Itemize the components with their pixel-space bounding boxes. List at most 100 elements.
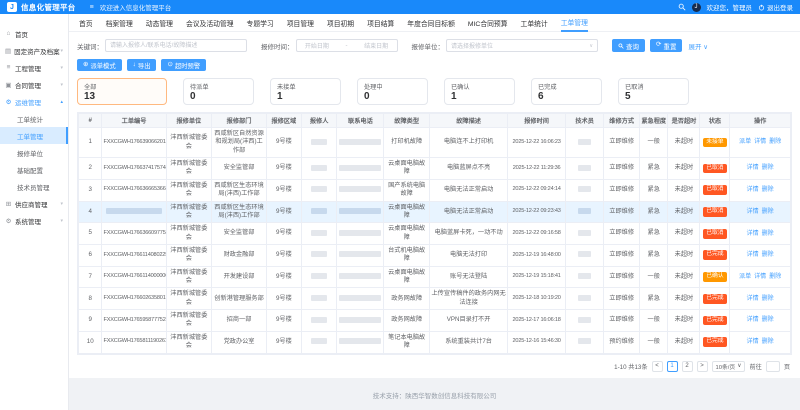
redacted-technician — [578, 139, 591, 145]
sidebar-item-基础配置[interactable]: 基础配置 — [0, 161, 68, 178]
sidebar-item-工程管理[interactable]: ≡工程管理▾ — [0, 59, 68, 76]
delete-link[interactable]: 删除 — [762, 186, 774, 194]
cell-unit: 沣西新城管委会 — [166, 331, 212, 353]
stat-card-已确认[interactable]: 已确认1 — [444, 78, 515, 105]
next-page-button[interactable]: > — [697, 361, 708, 372]
cell-repair-mode: 立即维修 — [604, 266, 640, 288]
sidebar-item-技术员管理[interactable]: 技术员管理 — [0, 178, 68, 195]
expand-filters-link[interactable]: 展开 ∨ — [688, 41, 708, 51]
cell-reporter — [301, 201, 337, 223]
redacted-reporter — [311, 251, 327, 257]
tab-动态管理[interactable]: 动态管理 — [146, 14, 173, 32]
column-header-故障描述: 故障描述 — [429, 114, 507, 128]
status-badge: 已完成 — [703, 250, 726, 260]
logout-button[interactable]: 退出登录 — [758, 2, 793, 12]
table-row: 4沣西新城管委会西咸新区生态环境局(沣西)工作部9号楼云桌面电脑故障电脑无法正常… — [79, 201, 791, 223]
delete-link[interactable]: 删除 — [762, 164, 774, 172]
派单模式-button[interactable]: ⊕派单模式 — [77, 59, 122, 71]
tab-档案管理[interactable]: 档案管理 — [106, 14, 133, 32]
dispatch-link[interactable]: 派单 — [739, 138, 751, 146]
delete-link[interactable]: 删除 — [769, 273, 781, 281]
goto-page-input[interactable] — [766, 361, 780, 372]
detail-link[interactable]: 详情 — [747, 164, 759, 172]
cell-reporter — [301, 331, 337, 353]
delete-link[interactable]: 删除 — [762, 230, 774, 238]
delete-link[interactable]: 删除 — [769, 138, 781, 146]
cell-dept: 西咸新区生态环境局(沣西)工作部 — [212, 179, 267, 201]
sidebar-item-系统管理[interactable]: ⚙系统管理▾ — [0, 212, 68, 229]
delete-link[interactable]: 删除 — [762, 251, 774, 259]
dispatch-link[interactable]: 派单 — [739, 273, 751, 281]
detail-link[interactable]: 详情 — [747, 208, 759, 216]
sidebar-item-运维管理[interactable]: ⚙运维管理▴ — [0, 93, 68, 110]
chevron-down-icon: ▾ — [60, 82, 63, 88]
status-badge: 已确认 — [703, 272, 726, 282]
page-button-2[interactable]: 2 — [682, 361, 693, 372]
keyword-input[interactable] — [105, 39, 247, 52]
tab-年度合同目标额[interactable]: 年度合同目标额 — [407, 14, 455, 32]
redacted-technician — [578, 251, 591, 257]
cell-report-time: 2025-12-16 15:46:30 — [508, 331, 566, 353]
detail-link[interactable]: 详情 — [747, 295, 759, 303]
tab-专题学习[interactable]: 专题学习 — [247, 14, 274, 32]
delete-link[interactable]: 删除 — [762, 316, 774, 324]
report-time-range-picker[interactable]: 开始日期 - 结束日期 — [296, 39, 398, 52]
delete-link[interactable]: 删除 — [762, 295, 774, 303]
page-button-1[interactable]: 1 — [667, 361, 678, 372]
prev-page-button[interactable]: < — [652, 361, 663, 372]
sidebar-item-首页[interactable]: ⌂首页 — [0, 25, 68, 42]
table-row: 5FXXCGWH1766366097753沣西新城管委会安全监管部9号楼云桌面电… — [79, 223, 791, 245]
cell-actions: 详情删除 — [730, 201, 791, 223]
tab-工单统计[interactable]: 工单统计 — [521, 14, 548, 32]
report-unit-placeholder: 请选择报修单位 — [451, 41, 493, 50]
stat-card-待派单[interactable]: 待派单0 — [183, 78, 254, 105]
stat-card-处理中[interactable]: 处理中0 — [357, 78, 428, 105]
page-size-select[interactable]: 10条/页∨ — [712, 361, 746, 372]
tab-工单管理[interactable]: 工单管理 — [561, 14, 588, 32]
超时预警-button[interactable]: ⊙超时预警 — [161, 59, 206, 71]
bottom-area: 技术支持：陕西华智数创信息科技有限公司 — [69, 378, 800, 410]
cell-urgency: 紧急 — [639, 201, 667, 223]
status-badge: 已完成 — [703, 316, 726, 326]
detail-link[interactable]: 详情 — [747, 230, 759, 238]
detail-link[interactable]: 详情 — [754, 273, 766, 281]
detail-link[interactable]: 详情 — [747, 251, 759, 259]
delete-link[interactable]: 删除 — [762, 208, 774, 216]
sidebar-item-供应商管理[interactable]: ⊞供应商管理▾ — [0, 195, 68, 212]
detail-link[interactable]: 详情 — [747, 316, 759, 324]
detail-link[interactable]: 详情 — [754, 138, 766, 146]
collapse-menu-icon[interactable]: ≡ — [90, 4, 94, 11]
stat-card-未接单[interactable]: 未接单1 — [270, 78, 341, 105]
search-icon[interactable] — [678, 3, 686, 11]
cell-timeout: 未超时 — [668, 223, 700, 245]
delete-link[interactable]: 删除 — [762, 338, 774, 346]
sidebar-item-工单管理[interactable]: 工单管理 — [0, 127, 68, 144]
detail-link[interactable]: 详情 — [747, 338, 759, 346]
sidebar-item-合同管理[interactable]: ▣合同管理▾ — [0, 76, 68, 93]
reset-button[interactable]: ⟳ 重置 — [650, 39, 682, 52]
page-unit-label: 页 — [784, 362, 790, 371]
detail-link[interactable]: 详情 — [747, 186, 759, 194]
tab-项目结算[interactable]: 项目结算 — [367, 14, 394, 32]
tab-首页[interactable]: 首页 — [79, 14, 93, 32]
tab-MIC合同预算[interactable]: MIC合同预算 — [468, 14, 508, 32]
stat-card-value: 0 — [364, 92, 421, 102]
sidebar-item-工单统计[interactable]: 工单统计 — [0, 110, 68, 127]
stat-card-全部[interactable]: 全部13 — [77, 78, 167, 105]
cell-dept: 西咸新区自然资源和规划局(沣西)工作部 — [212, 128, 267, 158]
tab-项目管理[interactable]: 项目管理 — [287, 14, 314, 32]
avatar[interactable]: J — [692, 3, 701, 12]
stat-card-已完成[interactable]: 已完成6 — [531, 78, 602, 105]
cell-repair-mode: 立即维修 — [604, 201, 640, 223]
cell-fault-type: 云桌面电脑故障 — [384, 266, 430, 288]
导出-button[interactable]: ↓导出 — [127, 59, 157, 71]
search-button[interactable]: 查询 — [612, 39, 645, 52]
stat-card-已取消[interactable]: 已取消5 — [618, 78, 689, 105]
status-badge: 已取消 — [703, 207, 726, 217]
cell-timeout: 未超时 — [668, 179, 700, 201]
tab-会议及活动管理[interactable]: 会议及活动管理 — [186, 14, 234, 32]
report-unit-select[interactable]: 请选择报修单位 ∨ — [446, 39, 598, 52]
sidebar-item-报修单位[interactable]: 报修单位 — [0, 144, 68, 161]
tab-项目初期[interactable]: 项目初期 — [327, 14, 354, 32]
sidebar-item-固定资产及档案管理[interactable]: ▤固定资产及档案管理▾ — [0, 42, 68, 59]
